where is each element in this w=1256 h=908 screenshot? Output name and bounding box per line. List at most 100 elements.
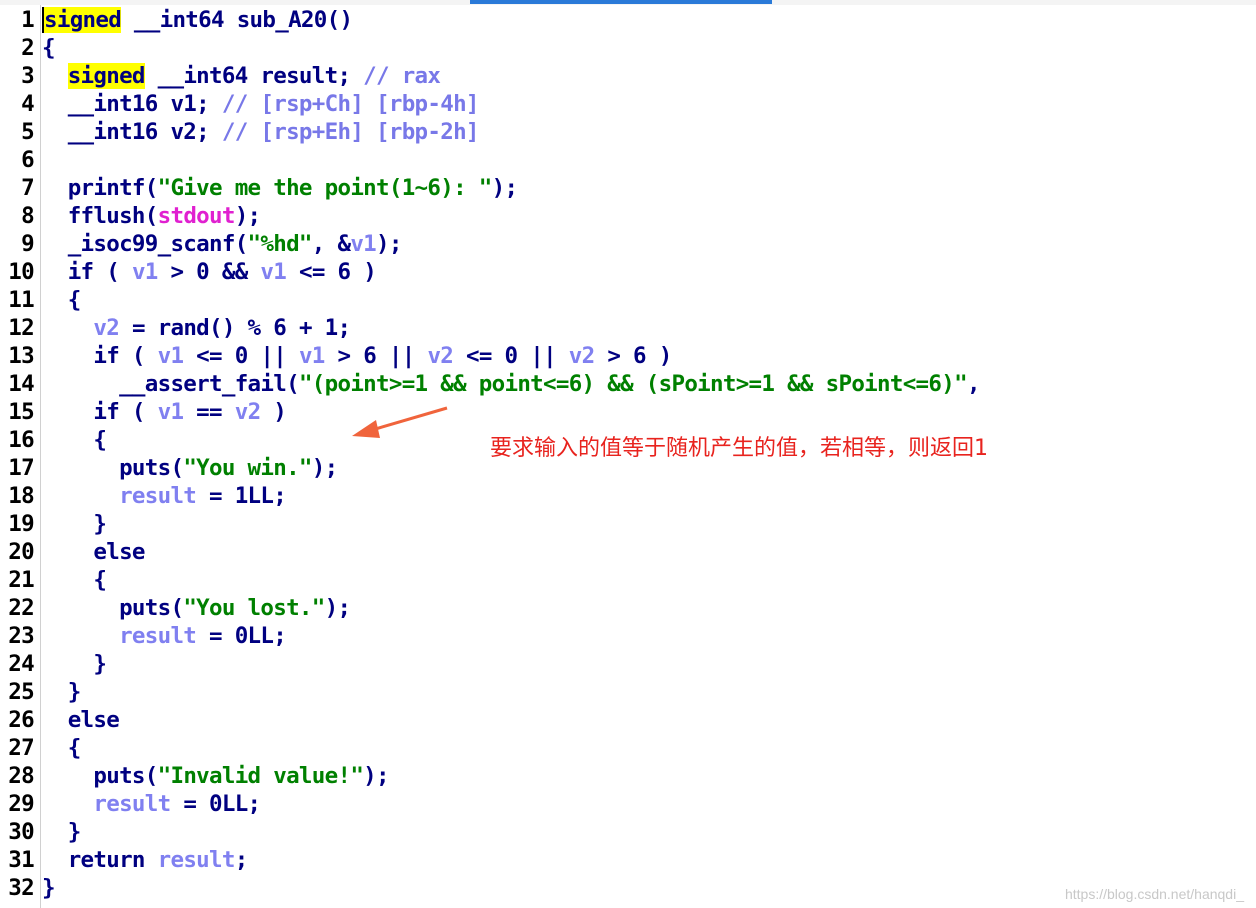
code-token: // rax — [363, 63, 441, 89]
code-line[interactable]: 8 fflush(stdout); — [0, 202, 1256, 230]
code-line[interactable]: 25 } — [0, 678, 1256, 706]
code-line[interactable]: 13 if ( v1 <= 0 || v1 > 6 || v2 <= 0 || … — [0, 342, 1256, 370]
code-token: v1 — [157, 399, 184, 425]
code-token: stdout — [157, 203, 236, 229]
line-number: 2 — [21, 35, 35, 61]
code-token: ); — [363, 763, 389, 789]
line-number: 3 — [21, 63, 35, 89]
code-token: if ( — [42, 259, 132, 285]
code-token: ); — [491, 175, 518, 201]
line-number: 20 — [8, 539, 34, 565]
line-number: 5 — [21, 119, 35, 145]
code-token: else — [42, 707, 120, 733]
code-token: = 0LL; — [170, 791, 261, 817]
line-number: 8 — [21, 203, 35, 229]
code-line[interactable]: 27 { — [0, 734, 1256, 762]
code-line[interactable]: 6 — [0, 146, 1256, 174]
code-text: } — [42, 510, 107, 538]
code-line[interactable]: 22 puts("You lost."); — [0, 594, 1256, 622]
code-token: __int16 v1; — [42, 91, 222, 117]
code-text: result = 1LL; — [42, 482, 287, 510]
code-text: } — [42, 650, 107, 678]
line-number: 4 — [21, 91, 35, 117]
code-token: ); — [234, 203, 261, 229]
code-token: { — [42, 567, 107, 593]
code-text: if ( v1 == v2 ) — [42, 398, 286, 426]
code-token: signed — [67, 63, 145, 89]
code-line[interactable]: 18 result = 1LL; — [0, 482, 1256, 510]
line-number: 15 — [8, 399, 34, 425]
code-line[interactable]: 30 } — [0, 818, 1256, 846]
code-token: puts( — [42, 595, 184, 621]
code-text: _isoc99_scanf("%hd", &v1); — [42, 230, 403, 258]
code-line[interactable]: 3 signed __int64 result; // rax — [0, 62, 1256, 90]
code-line[interactable]: 23 result = 0LL; — [0, 622, 1256, 650]
code-token: = 1LL; — [196, 483, 287, 509]
code-token: result — [119, 483, 197, 509]
code-token: = rand() % 6 + 1; — [119, 315, 351, 341]
code-token: <= 0 || — [183, 343, 299, 369]
code-line[interactable]: 21 { — [0, 566, 1256, 594]
code-token: == — [183, 399, 235, 425]
line-number: 7 — [21, 175, 35, 201]
code-token: <= 0 || — [453, 343, 569, 369]
annotation-text: 要求输入的值等于随机产生的值，若相等，则返回1 — [490, 436, 988, 461]
code-line[interactable]: 26 else — [0, 706, 1256, 734]
code-line[interactable]: 15 if ( v1 == v2 ) — [0, 398, 1256, 426]
code-token: if ( — [42, 343, 158, 369]
line-number: 23 — [8, 623, 34, 649]
code-line[interactable]: 19 } — [0, 510, 1256, 538]
line-number: 31 — [8, 847, 34, 873]
line-number: 10 — [8, 259, 34, 285]
code-line[interactable]: 24 } — [0, 650, 1256, 678]
code-text: } — [42, 818, 82, 846]
line-number: 24 — [8, 651, 34, 677]
code-line[interactable]: 20 else — [0, 538, 1256, 566]
code-text: __assert_fail("(point>=1 && point<=6) &&… — [42, 370, 980, 398]
code-line[interactable]: 7 printf("Give me the point(1~6): "); — [0, 174, 1256, 202]
line-number: 27 — [8, 735, 34, 761]
code-line[interactable]: 29 result = 0LL; — [0, 790, 1256, 818]
code-text: { — [42, 286, 82, 314]
line-number: 19 — [8, 511, 34, 537]
code-line[interactable]: 9 _isoc99_scanf("%hd", &v1); — [0, 230, 1256, 258]
code-line[interactable]: 11 { — [0, 286, 1256, 314]
code-line[interactable]: 28 puts("Invalid value!"); — [0, 762, 1256, 790]
code-line[interactable]: 31 return result; — [0, 846, 1256, 874]
line-number: 12 — [8, 315, 34, 341]
code-line[interactable]: 12 v2 = rand() % 6 + 1; — [0, 314, 1256, 342]
code-line[interactable]: 2{ — [0, 34, 1256, 62]
code-text: result = 0LL; — [42, 622, 287, 650]
code-token: _isoc99_scanf( — [42, 231, 249, 257]
code-token: v2 — [234, 399, 261, 425]
code-token: result — [93, 791, 171, 817]
code-line[interactable]: 14 __assert_fail("(point>=1 && point<=6)… — [0, 370, 1256, 398]
code-token: } — [42, 875, 56, 901]
code-token: = 0LL; — [196, 623, 287, 649]
code-line[interactable]: 1 signed __int64 sub_A20() — [0, 6, 1256, 34]
code-line[interactable]: 10 if ( v1 > 0 && v1 <= 6 ) — [0, 258, 1256, 286]
code-token: > 0 && — [157, 259, 261, 285]
code-line[interactable]: 4 __int16 v1; // [rsp+Ch] [rbp-4h] — [0, 90, 1256, 118]
code-token: __assert_fail( — [42, 371, 300, 397]
code-token: , — [966, 371, 981, 397]
code-token: ) — [260, 399, 287, 425]
code-token: fflush( — [42, 203, 159, 229]
code-token: "You win." — [183, 455, 312, 481]
code-text: } — [42, 874, 56, 902]
code-token: { — [42, 287, 82, 313]
code-token: v1 — [260, 259, 287, 285]
code-token: else — [42, 539, 145, 565]
code-text: if ( v1 <= 0 || v1 > 6 || v2 <= 0 || v2 … — [42, 342, 672, 370]
code-text: __int16 v2; // [rsp+Eh] [rbp-2h] — [42, 118, 480, 146]
code-token: ); — [324, 595, 351, 621]
code-line[interactable]: 5 __int16 v2; // [rsp+Eh] [rbp-2h] — [0, 118, 1256, 146]
line-number: 17 — [8, 455, 34, 481]
code-text: else — [42, 706, 120, 734]
code-token: // [rsp+Ch] [rbp-4h] — [221, 91, 480, 117]
code-token: "(point>=1 && point<=6) && (sPoint>=1 &&… — [298, 371, 968, 397]
active-tab-indicator[interactable] — [470, 0, 772, 4]
